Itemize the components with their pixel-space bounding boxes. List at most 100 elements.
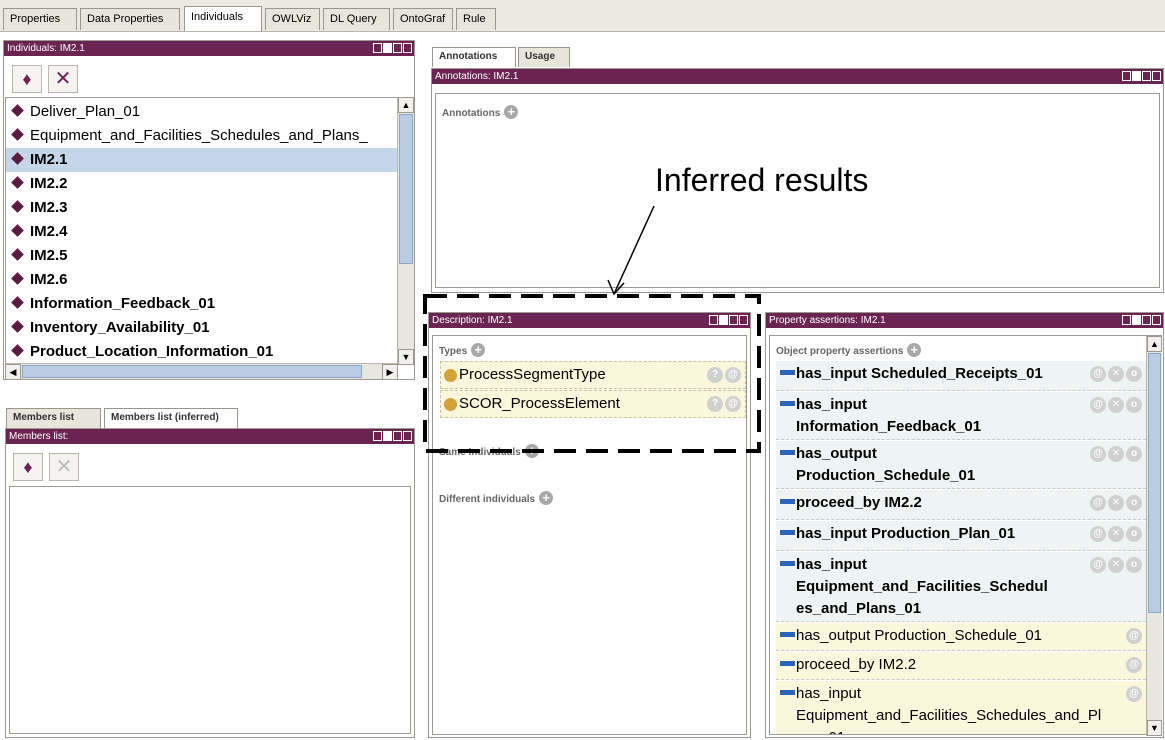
scroll-left-arrow-icon[interactable]: ◀: [5, 364, 21, 380]
main-tab-strip: Properties Data Properties Individuals O…: [0, 0, 1165, 32]
property-area: Object property assertions + has_input Sc…: [769, 335, 1162, 735]
annotate-icon[interactable]: @: [1090, 366, 1106, 382]
window-buttons[interactable]: [373, 431, 412, 442]
add-same-individual-icon[interactable]: +: [524, 443, 539, 458]
add-object-property-icon[interactable]: +: [907, 342, 922, 357]
list-item[interactable]: IM2.2: [6, 172, 397, 196]
tab-annotations[interactable]: Annotations: [432, 47, 516, 67]
type-row[interactable]: SCOR_ProcessElement ? @: [440, 390, 746, 418]
type-row[interactable]: ProcessSegmentType ? @: [440, 361, 746, 389]
members-titlebar: Members list:: [6, 429, 414, 444]
tab-usage[interactable]: Usage: [518, 47, 570, 67]
object-property-section: Object property assertions +: [776, 341, 922, 359]
property-vscrollbar[interactable]: ▲ ▼: [1146, 336, 1162, 736]
list-item[interactable]: Information_Feedback_01: [6, 292, 397, 316]
list-item[interactable]: IM2.5: [6, 244, 397, 268]
window-buttons[interactable]: [709, 315, 748, 326]
individual-icon: [11, 344, 24, 357]
scroll-thumb[interactable]: [399, 114, 413, 264]
description-area: Types + ProcessSegmentType ? @ SCOR_Proces…: [432, 335, 747, 735]
delete-icon[interactable]: ✕: [1108, 446, 1124, 462]
delete-individual-button[interactable]: ✕: [48, 65, 78, 93]
tab-data-properties[interactable]: Data Properties: [80, 8, 180, 30]
delete-icon[interactable]: ✕: [1108, 557, 1124, 573]
window-buttons[interactable]: [1122, 71, 1161, 82]
property-assertion-row[interactable]: proceed_by IM2.2 @ ✕ o: [776, 490, 1146, 520]
list-item[interactable]: Equipment_and_Facilities_Schedules_and_P…: [6, 124, 397, 148]
individuals-vscrollbar[interactable]: ▲ ▼: [397, 97, 414, 365]
edit-icon[interactable]: o: [1126, 446, 1142, 462]
scroll-down-arrow-icon[interactable]: ▼: [398, 349, 414, 365]
explain-icon[interactable]: @: [1126, 628, 1142, 644]
list-item[interactable]: Inventory_Availability_01: [6, 316, 397, 340]
list-item[interactable]: IM2.3: [6, 196, 397, 220]
property-assertion-row[interactable]: has_input Production_Plan_01 @ ✕ o: [776, 521, 1146, 551]
individual-icon: [11, 296, 24, 309]
individuals-list: Deliver_Plan_01 Equipment_and_Facilities…: [5, 97, 398, 365]
scroll-down-arrow-icon[interactable]: ▼: [1147, 720, 1162, 736]
annotations-title: Annotations: IM2.1: [435, 71, 519, 82]
window-buttons[interactable]: [373, 43, 412, 54]
edit-icon[interactable]: o: [1126, 495, 1142, 511]
object-property-icon: [780, 690, 795, 695]
scroll-thumb[interactable]: [1148, 353, 1161, 613]
delete-icon[interactable]: ✕: [1108, 526, 1124, 542]
tab-owlviz[interactable]: OWLViz: [265, 8, 320, 30]
individual-icon: [11, 248, 24, 261]
scroll-up-arrow-icon[interactable]: ▲: [1147, 336, 1162, 352]
annotate-icon[interactable]: @: [1090, 526, 1106, 542]
edit-icon[interactable]: o: [1126, 526, 1142, 542]
list-item-selected[interactable]: IM2.1: [6, 148, 397, 172]
tab-members-list[interactable]: Members list: [6, 408, 101, 428]
list-item[interactable]: IM2.4: [6, 220, 397, 244]
property-assertion-row[interactable]: has_output Production_Schedule_01 @ ✕ o: [776, 441, 1146, 489]
tab-properties[interactable]: Properties: [3, 8, 77, 30]
delete-member-button[interactable]: ✕: [49, 453, 79, 481]
edit-icon[interactable]: o: [1126, 557, 1142, 573]
add-individual-button[interactable]: ♦: [12, 65, 42, 93]
explain-icon[interactable]: @: [1126, 657, 1142, 673]
individual-icon: [11, 176, 24, 189]
property-assertion-row[interactable]: has_input Equipment_and_Facilities_Sched…: [776, 552, 1146, 622]
annotate-icon[interactable]: @: [1090, 397, 1106, 413]
types-label: Types: [439, 346, 468, 357]
object-property-icon: [780, 499, 795, 504]
inferred-property-row[interactable]: has_output Production_Schedule_01 @: [776, 623, 1146, 651]
scroll-thumb[interactable]: [22, 365, 362, 378]
individual-icon: [11, 224, 24, 237]
annotate-icon[interactable]: @: [725, 396, 741, 412]
list-item[interactable]: Product_Location_Information_01: [6, 340, 397, 364]
window-buttons[interactable]: [1122, 315, 1161, 326]
explain-icon[interactable]: ?: [707, 367, 723, 383]
add-annotation-icon[interactable]: +: [504, 104, 519, 119]
inferred-property-row[interactable]: has_input Equipment_and_Facilities_Sched…: [776, 681, 1146, 734]
tab-ontograf[interactable]: OntoGraf: [393, 8, 453, 30]
explain-icon[interactable]: @: [1126, 686, 1142, 702]
individuals-hscrollbar[interactable]: ◀ ▶: [5, 363, 398, 380]
annotate-icon[interactable]: @: [1090, 446, 1106, 462]
class-icon: [444, 398, 457, 411]
add-type-icon[interactable]: +: [471, 342, 486, 357]
inferred-property-row[interactable]: proceed_by IM2.2 @: [776, 652, 1146, 680]
property-assertion-row[interactable]: has_input Scheduled_Receipts_01 @ ✕ o: [776, 361, 1146, 391]
annotate-icon[interactable]: @: [725, 367, 741, 383]
explain-icon[interactable]: ?: [707, 396, 723, 412]
edit-icon[interactable]: o: [1126, 366, 1142, 382]
annotate-icon[interactable]: @: [1090, 495, 1106, 511]
tab-rule[interactable]: Rule: [456, 8, 496, 30]
delete-icon[interactable]: ✕: [1108, 366, 1124, 382]
delete-icon[interactable]: ✕: [1108, 495, 1124, 511]
tab-individuals[interactable]: Individuals: [184, 6, 262, 31]
edit-icon[interactable]: o: [1126, 397, 1142, 413]
scroll-up-arrow-icon[interactable]: ▲: [398, 97, 414, 113]
scroll-right-arrow-icon[interactable]: ▶: [382, 364, 398, 380]
list-item[interactable]: Deliver_Plan_01: [6, 100, 397, 124]
tab-dl-query[interactable]: DL Query: [323, 8, 390, 30]
delete-icon[interactable]: ✕: [1108, 397, 1124, 413]
add-member-button[interactable]: ♦: [13, 453, 43, 481]
add-different-individual-icon[interactable]: +: [539, 490, 554, 505]
property-assertion-row[interactable]: has_input Information_Feedback_01 @ ✕ o: [776, 392, 1146, 440]
tab-members-list-inferred[interactable]: Members list (inferred): [104, 408, 238, 428]
annotate-icon[interactable]: @: [1090, 557, 1106, 573]
list-item[interactable]: IM2.6: [6, 268, 397, 292]
